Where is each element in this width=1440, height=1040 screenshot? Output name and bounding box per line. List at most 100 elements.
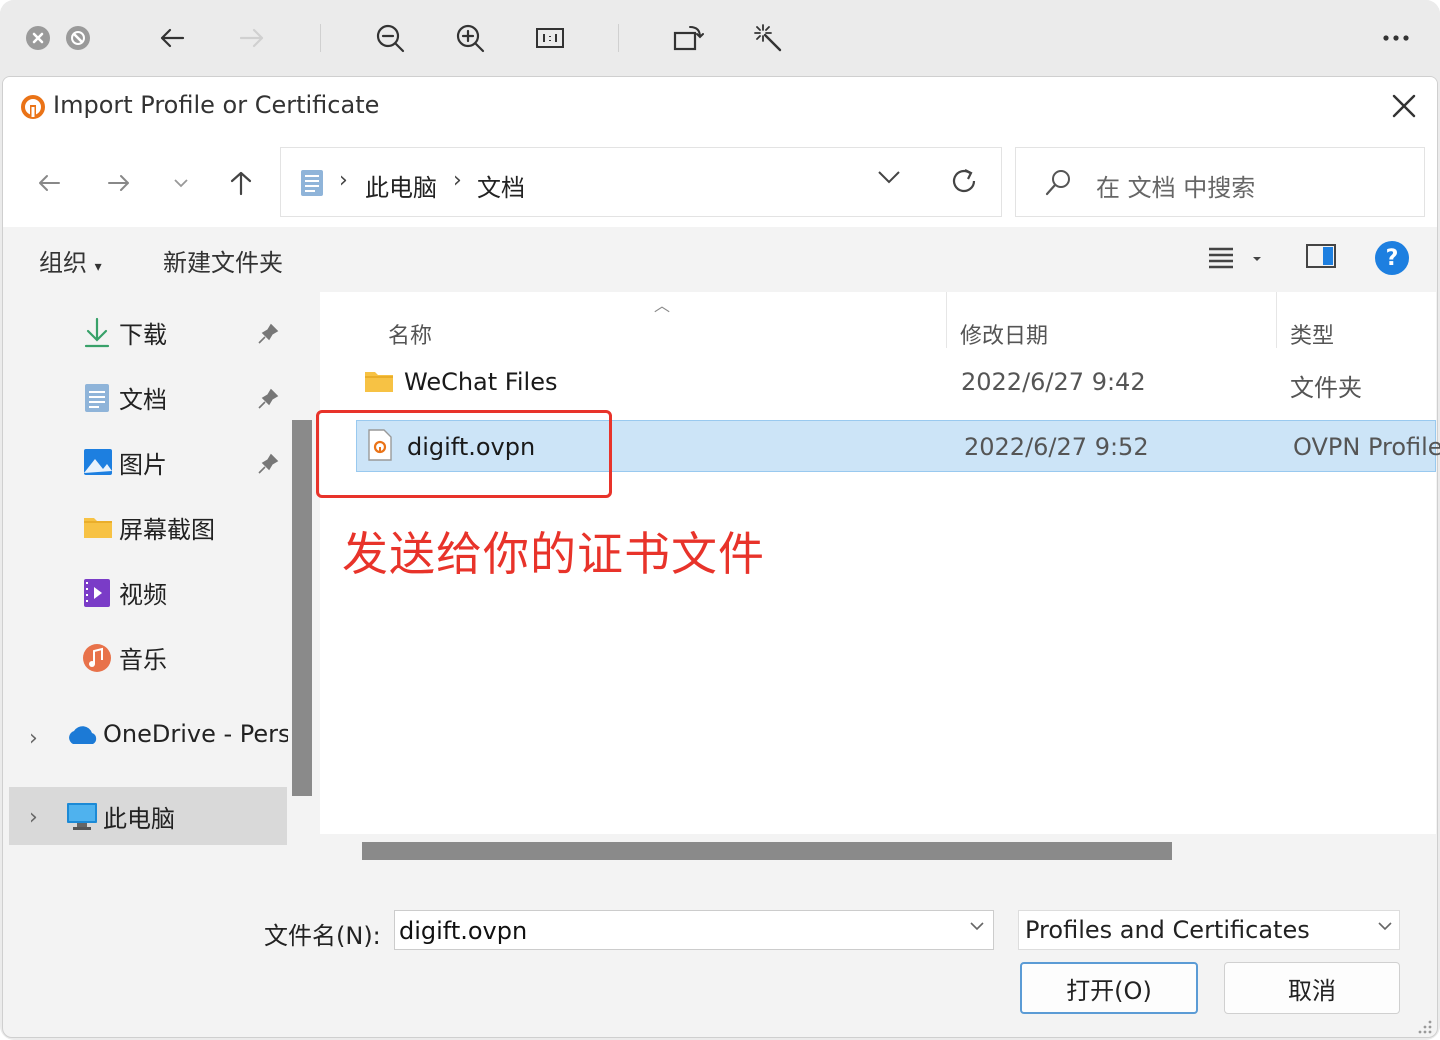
new-folder-button[interactable]: 新建文件夹 (163, 243, 283, 278)
sidebar-item-label: 下载 (119, 321, 167, 349)
column-divider[interactable] (946, 292, 947, 348)
pictures-icon (84, 449, 112, 475)
zoom-out-icon[interactable] (372, 20, 408, 56)
back-arrow-icon (39, 175, 60, 191)
navigation-pane: 下载 文档 图片 屏幕截图 视频 音乐 › OneDrive - Pers › … (3, 293, 291, 869)
minimize-window-icon[interactable] (66, 26, 90, 50)
sidebar-item-label: 屏幕截图 (119, 516, 215, 544)
sidebar-item-label: 音乐 (119, 646, 167, 674)
filename-label: 文件名(N): (264, 922, 381, 950)
filetype-select[interactable]: Profiles and Certificates (1018, 910, 1400, 950)
column-divider[interactable] (1276, 292, 1277, 348)
forward-arrow-icon (108, 175, 129, 191)
forward-button[interactable] (99, 163, 139, 203)
column-header-type[interactable]: 类型 (1290, 318, 1334, 350)
file-name: WeChat Files (404, 368, 558, 396)
document-library-icon (301, 170, 323, 196)
navigation-bar: › 此电脑 › 文档 在 文档 中搜索 (3, 137, 1437, 227)
close-window-icon[interactable] (26, 26, 50, 50)
breadcrumb-documents[interactable]: 文档 (477, 168, 525, 203)
chevron-down-icon[interactable] (969, 921, 985, 931)
column-header-name[interactable]: 名称 (388, 318, 432, 350)
more-options-icon[interactable] (1378, 20, 1414, 56)
sort-ascending-icon: ︿ (654, 296, 671, 315)
open-button[interactable]: 打开(O) (1020, 962, 1198, 1014)
help-button[interactable]: ? (1375, 241, 1409, 275)
forward-arrow-icon[interactable] (234, 20, 270, 56)
sidebar-item-label: 视频 (119, 581, 167, 609)
address-bar[interactable]: › 此电脑 › 文档 (280, 147, 1002, 217)
file-type: 文件夹 (1290, 374, 1362, 402)
breadcrumb-separator: › (453, 168, 462, 193)
music-icon (83, 644, 111, 672)
up-button[interactable] (221, 163, 261, 203)
sidebar-item-this-pc[interactable]: › 此电脑 (9, 787, 287, 845)
sidebar-item-videos[interactable]: 视频 (3, 563, 287, 623)
search-icon (1045, 170, 1070, 196)
dialog-titlebar: Import Profile or Certificate (3, 77, 1437, 137)
toolbar-divider (618, 24, 619, 52)
sidebar-item-downloads[interactable]: 下载 (3, 303, 287, 363)
sidebar-item-label: 文档 (119, 386, 167, 414)
sidebar-item-music[interactable]: 音乐 (3, 628, 287, 688)
breadcrumb-this-pc[interactable]: 此电脑 (365, 168, 437, 203)
pin-icon[interactable] (257, 453, 279, 475)
chevron-down-icon (174, 179, 188, 188)
horizontal-scrollbar[interactable] (362, 842, 1172, 860)
magic-wand-icon[interactable] (750, 20, 786, 56)
sidebar-item-label: 图片 (119, 451, 167, 479)
column-header-date[interactable]: 修改日期 (960, 318, 1048, 350)
chevron-down-icon (1378, 922, 1392, 931)
zoom-in-icon[interactable] (452, 20, 488, 56)
pin-icon[interactable] (257, 388, 279, 410)
file-date: 2022/6/27 9:52 (964, 433, 1149, 461)
command-bar: 组织 ▾ 新建文件夹 ? (3, 227, 1437, 293)
viewer-toolbar (0, 0, 1440, 76)
preview-pane-icon[interactable] (1305, 241, 1337, 271)
file-date: 2022/6/27 9:42 (961, 368, 1146, 396)
chevron-right-icon[interactable]: › (29, 805, 38, 830)
openvpn-logo-icon (21, 95, 45, 119)
annotation-highlight-box (316, 410, 612, 498)
folder-icon (84, 518, 112, 538)
video-icon (84, 579, 110, 607)
sidebar-item-pictures[interactable]: 图片 (3, 433, 287, 493)
folder-icon (365, 372, 393, 392)
search-placeholder: 在 文档 中搜索 (1096, 174, 1256, 202)
up-arrow-icon (230, 171, 252, 196)
onedrive-icon (69, 726, 97, 744)
view-options-icon[interactable] (1207, 241, 1267, 275)
sidebar-item-onedrive[interactable]: › OneDrive - Pers (3, 708, 291, 768)
file-type: OVPN Profile (1293, 433, 1440, 461)
download-icon (84, 317, 110, 348)
search-input[interactable]: 在 文档 中搜索 (1015, 147, 1425, 217)
sidebar-item-documents[interactable]: 文档 (3, 368, 287, 428)
recent-locations-button[interactable] (161, 163, 201, 203)
close-icon[interactable] (1389, 91, 1419, 121)
sidebar-item-screenshots[interactable]: 屏幕截图 (3, 498, 287, 558)
filename-field[interactable]: digift.ovpn (394, 910, 994, 950)
cancel-button[interactable]: 取消 (1224, 962, 1400, 1014)
chevron-right-icon[interactable]: › (29, 726, 38, 751)
back-button[interactable] (29, 163, 69, 203)
filename-value: digift.ovpn (399, 917, 528, 945)
sidebar-item-label: OneDrive - Pers (103, 720, 291, 748)
annotation-text: 发送给你的证书文件 (342, 527, 765, 581)
back-arrow-icon[interactable] (154, 20, 190, 56)
refresh-icon[interactable] (949, 166, 979, 196)
file-row-wechat-files[interactable]: WeChat Files 2022/6/27 9:42 文件夹 (354, 356, 1436, 408)
actual-size-icon[interactable] (532, 20, 568, 56)
document-icon (85, 384, 109, 412)
pin-icon[interactable] (257, 323, 279, 345)
sidebar-item-label: 此电脑 (103, 805, 175, 833)
rotate-icon[interactable] (670, 20, 706, 56)
dialog-title: Import Profile or Certificate (53, 91, 380, 119)
navigation-scrollbar[interactable] (292, 420, 312, 796)
image-viewer-window: Import Profile or Certificate › 此电脑 › 文档… (0, 0, 1440, 1040)
resize-grip-icon[interactable] (1414, 1016, 1434, 1036)
chevron-down-icon[interactable] (877, 170, 901, 184)
organize-menu[interactable]: 组织 ▾ (39, 243, 102, 278)
breadcrumb-separator: › (339, 168, 348, 193)
toolbar-divider (320, 24, 321, 52)
computer-icon (67, 803, 97, 830)
